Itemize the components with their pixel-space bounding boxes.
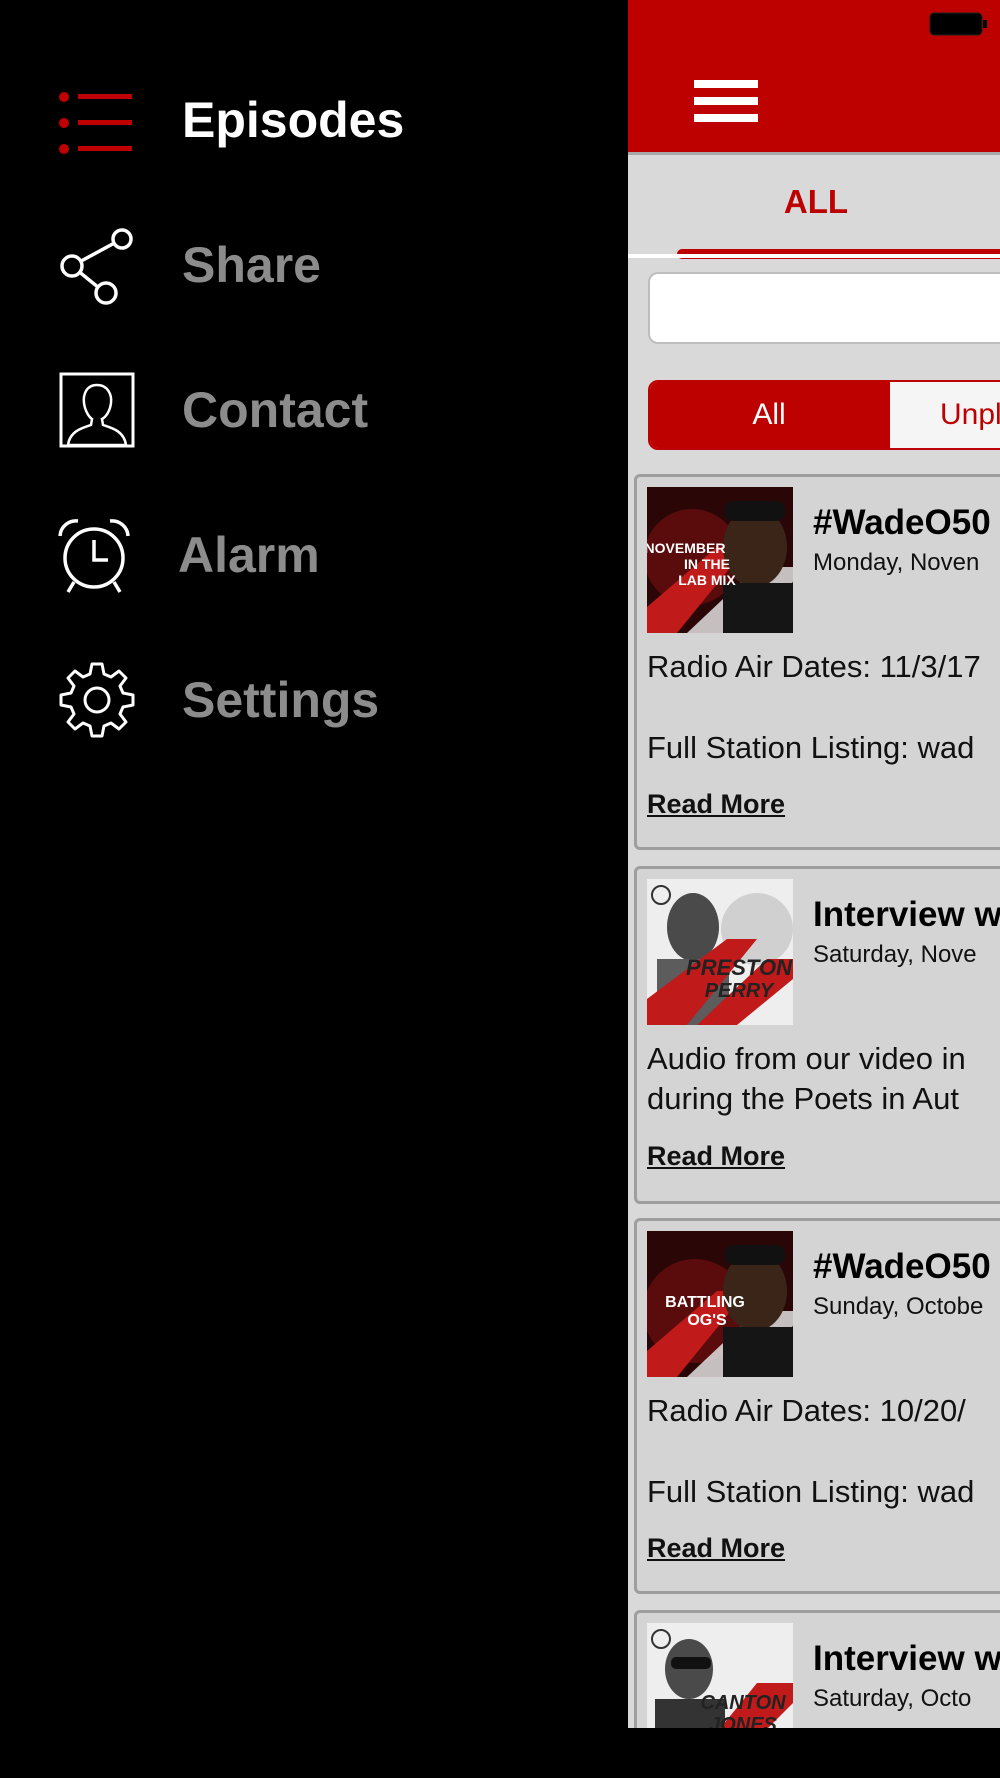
episode-title: #WadeO50 [813, 503, 991, 542]
svg-text:CANTON: CANTON [700, 1692, 786, 1714]
side-menu: Episodes Share Contact Alarm Settings [0, 0, 628, 1778]
svg-text:PRESTON: PRESTON [686, 955, 793, 980]
episode-date: Monday, Noven [813, 549, 980, 576]
tab-bar: ALL [628, 152, 1000, 259]
episode-title: #WadeO50 [813, 1247, 991, 1286]
episode-card[interactable]: NOVEMBER IN THE LAB MIX #WadeO50 Monday,… [634, 474, 1000, 850]
menu-item-label: Contact [182, 382, 369, 438]
menu-item-label: Alarm [178, 527, 320, 583]
episode-description: Full Station Listing: wad [647, 730, 975, 765]
search-input[interactable] [648, 272, 1000, 344]
episode-card[interactable]: BATTLING OG'S #WadeO50 Sunday, Octobe Ra… [634, 1218, 1000, 1594]
episode-date: Saturday, Octo [813, 1685, 972, 1712]
tab-all[interactable]: ALL [676, 183, 956, 221]
read-more-link[interactable]: Read More [647, 1141, 785, 1172]
hamburger-menu-icon[interactable] [694, 80, 758, 122]
svg-text:NOVEMBER: NOVEMBER [647, 540, 725, 556]
episode-thumbnail: NOVEMBER IN THE LAB MIX [647, 487, 793, 633]
share-icon [60, 228, 133, 305]
menu-item-settings[interactable]: Settings [0, 645, 600, 755]
episode-description: Radio Air Dates: 11/3/17 [647, 649, 981, 684]
filter-unplayed-button[interactable]: Unpl [888, 382, 1000, 448]
contact-icon [59, 372, 135, 448]
episode-date: Saturday, Nove [813, 941, 977, 968]
episode-description: Full Station Listing: wad [647, 1474, 975, 1509]
svg-text:LAB MIX: LAB MIX [678, 572, 736, 588]
filter-all-button[interactable]: All [650, 382, 888, 448]
episode-description: Radio Air Dates: 10/20/ [647, 1393, 966, 1428]
episode-thumbnail: PRESTON PERRY [647, 879, 793, 1025]
episodes-panel: ALL All Unpl NOVEMBER IN THE LAB MIX #Wa… [628, 0, 1000, 1778]
episode-card[interactable]: PRESTON PERRY Interview w Saturday, Nove… [634, 866, 1000, 1204]
read-more-link[interactable]: Read More [647, 789, 785, 820]
episode-description: Audio from our video in [647, 1041, 966, 1076]
menu-item-episodes[interactable]: Episodes [0, 65, 600, 175]
svg-text:IN THE: IN THE [684, 556, 730, 572]
alarm-clock-icon [58, 519, 130, 593]
list-icon [59, 92, 132, 154]
read-more-link[interactable]: Read More [647, 1533, 785, 1564]
battery-icon [929, 12, 987, 36]
top-bar [628, 0, 1000, 152]
episode-date: Sunday, Octobe [813, 1293, 984, 1320]
menu-item-label: Settings [182, 672, 380, 728]
gear-icon [59, 662, 135, 738]
filter-segmented-control: All Unpl [648, 380, 1000, 450]
menu-item-label: Episodes [182, 92, 405, 148]
svg-text:BATTLING: BATTLING [665, 1294, 745, 1311]
episode-title: Interview w [813, 1639, 1000, 1678]
episode-thumbnail: BATTLING OG'S [647, 1231, 793, 1377]
bottom-edge [628, 1728, 1000, 1778]
episode-title: Interview w [813, 895, 1000, 934]
svg-text:PERRY: PERRY [705, 980, 775, 1002]
tab-divider [628, 254, 1000, 258]
svg-text:OG'S: OG'S [687, 1312, 727, 1329]
menu-item-contact[interactable]: Contact [0, 355, 600, 465]
menu-item-share[interactable]: Share [0, 210, 600, 320]
episode-description: during the Poets in Aut [647, 1081, 959, 1116]
menu-item-alarm[interactable]: Alarm [0, 500, 600, 610]
menu-item-label: Share [182, 237, 321, 293]
